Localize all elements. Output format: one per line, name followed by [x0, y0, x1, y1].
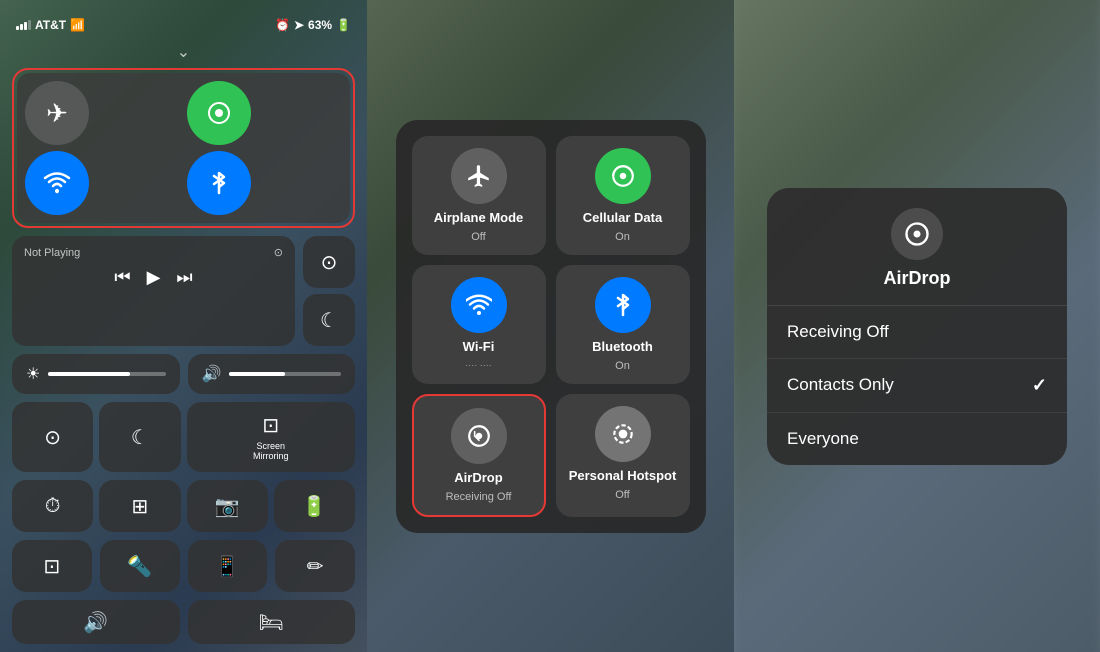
pull-indicator: ⌄: [12, 42, 355, 62]
location-icon: ➤: [294, 18, 304, 32]
timer-button[interactable]: ⏱: [12, 480, 93, 532]
airdrop-option-receiving-off[interactable]: Receiving Off: [767, 306, 1067, 359]
bluetooth-circle: [595, 277, 651, 333]
hotspot-title: Personal Hotspot: [569, 468, 677, 483]
camera-button[interactable]: 📷: [187, 480, 268, 532]
screen-mirroring-button[interactable]: ⊡ ScreenMirroring: [187, 402, 356, 472]
cc-airdrop[interactable]: AirDrop Receiving Off: [412, 394, 546, 517]
airdrop-menu: AirDrop Receiving Off Contacts Only ✓ Ev…: [767, 188, 1067, 465]
battery-icon: 🔋: [336, 18, 351, 32]
remote-button[interactable]: 📱: [188, 540, 268, 592]
rewind-button[interactable]: ⏮: [114, 267, 130, 288]
cellular-circle: [595, 148, 651, 204]
wifi-circle: [451, 277, 507, 333]
connectivity-grid: ✈: [17, 73, 350, 223]
alarm-icon: ⏰: [275, 18, 290, 32]
wifi-status-icon: 📶: [70, 18, 85, 32]
play-button[interactable]: ▶: [147, 267, 161, 288]
now-playing-title: Not Playing: [24, 247, 80, 259]
cc-airplane-mode[interactable]: Airplane Mode Off: [412, 136, 546, 255]
airdrop-option-everyone[interactable]: Everyone: [767, 413, 1067, 465]
bluetooth-subtitle: On: [615, 360, 630, 372]
bluetooth-button[interactable]: [187, 151, 251, 215]
airdrop-circle: [451, 408, 507, 464]
cc-hotspot[interactable]: Personal Hotspot Off: [556, 394, 690, 517]
airdrop-option-contacts-only[interactable]: Contacts Only ✓: [767, 359, 1067, 413]
do-not-disturb-button[interactable]: ☾: [303, 294, 355, 346]
receiving-off-label: Receiving Off: [787, 322, 889, 342]
panel2-expanded-cc: Airplane Mode Off Cellular Data On: [367, 0, 734, 652]
cc-panel: Airplane Mode Off Cellular Data On: [396, 120, 706, 533]
fastforward-button[interactable]: ⏭: [176, 267, 192, 288]
connectivity-grid-border: ✈: [12, 68, 355, 228]
airdrop-subtitle: Receiving Off: [446, 491, 512, 503]
panel1-control-center: AT&T 📶 ⏰ ➤ 63% 🔋 ⌄ ✈: [0, 0, 367, 652]
carrier-label: AT&T: [35, 18, 66, 32]
cc-bluetooth[interactable]: Bluetooth On: [556, 265, 690, 384]
screen-rotation-toggle[interactable]: ⊙: [12, 402, 93, 472]
nfc-button[interactable]: 🔊: [12, 600, 180, 644]
brightness-icon: ☀: [26, 364, 40, 384]
airplane-mode-button[interactable]: ✈: [25, 81, 89, 145]
panel3-airdrop-menu: AirDrop Receiving Off Contacts Only ✓ Ev…: [734, 0, 1100, 652]
airdrop-options-list: Receiving Off Contacts Only ✓ Everyone: [767, 306, 1067, 465]
volume-icon: 🔊: [202, 364, 222, 384]
battery-percentage: 63%: [308, 18, 332, 32]
airplane-circle: [451, 148, 507, 204]
screen-rotation-button[interactable]: ⊙: [303, 236, 355, 288]
cc-grid: Airplane Mode Off Cellular Data On: [412, 136, 690, 517]
cellular-title: Cellular Data: [583, 210, 662, 225]
airplay-icon: ⊙: [274, 246, 283, 259]
qr-scanner-button[interactable]: ⊡: [12, 540, 92, 592]
airdrop-header-icon: [891, 208, 943, 260]
airplane-title: Airplane Mode: [434, 210, 524, 225]
sleep-button[interactable]: 🛏: [188, 600, 356, 644]
do-not-disturb-toggle[interactable]: ☾: [99, 402, 180, 472]
hotspot-subtitle: Off: [615, 489, 629, 501]
media-widget: Not Playing ⊙ ⏮ ▶ ⏭: [12, 236, 295, 346]
media-controls: ⏮ ▶ ⏭: [24, 267, 283, 288]
airdrop-menu-title: AirDrop: [884, 268, 951, 289]
cc-cellular[interactable]: Cellular Data On: [556, 136, 690, 255]
notes-button[interactable]: ✏: [275, 540, 355, 592]
wifi-subtitle: ···· ····: [465, 360, 491, 370]
bottom-row: ⏱ ⊞ 📷 🔋: [12, 480, 355, 532]
lower-controls: ⊙ ☾ ⊡ ScreenMirroring: [12, 402, 355, 472]
contacts-only-checkmark: ✓: [1032, 375, 1047, 396]
cellular-subtitle: On: [615, 231, 630, 243]
airdrop-header: AirDrop: [767, 188, 1067, 306]
screen-mirroring-label: ScreenMirroring: [253, 442, 289, 462]
status-bar: AT&T 📶 ⏰ ➤ 63% 🔋: [12, 10, 355, 40]
cellular-data-button[interactable]: [187, 81, 251, 145]
contacts-only-label: Contacts Only: [787, 375, 894, 395]
signal-bars: [16, 20, 31, 30]
airdrop-title: AirDrop: [454, 470, 502, 485]
airplane-subtitle: Off: [471, 231, 485, 243]
hotspot-circle: [595, 406, 651, 462]
everyone-label: Everyone: [787, 429, 859, 449]
bluetooth-title: Bluetooth: [592, 339, 653, 354]
battery-widget-button[interactable]: 🔋: [274, 480, 355, 532]
flashlight-button[interactable]: 🔦: [100, 540, 180, 592]
cc-wifi[interactable]: Wi-Fi ···· ····: [412, 265, 546, 384]
wifi-title: Wi-Fi: [463, 339, 495, 354]
wifi-button[interactable]: [25, 151, 89, 215]
calculator-button[interactable]: ⊞: [99, 480, 180, 532]
